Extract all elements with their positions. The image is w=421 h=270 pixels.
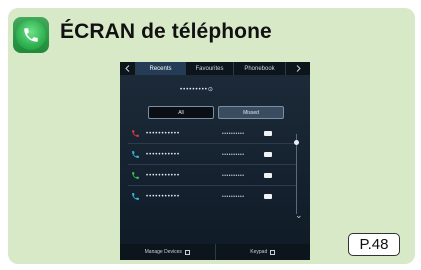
call-name: ••••••••••• bbox=[146, 193, 181, 200]
contact-card-icon bbox=[264, 173, 272, 178]
keypad-icon bbox=[270, 249, 276, 255]
contact-card-icon bbox=[264, 194, 272, 199]
filter-all-button[interactable]: All bbox=[148, 106, 214, 119]
tab-phonebook[interactable]: Phonebook bbox=[234, 62, 286, 75]
call-date: •••••••••• bbox=[222, 193, 245, 200]
page-reference: P.48 bbox=[348, 233, 400, 256]
scrollbar-thumb[interactable] bbox=[294, 140, 299, 145]
scrollbar[interactable] bbox=[294, 134, 303, 214]
phone-icon bbox=[16, 20, 46, 50]
divider bbox=[128, 143, 296, 144]
incoming-call-icon bbox=[130, 150, 140, 160]
chevron-right-icon[interactable] bbox=[286, 62, 310, 75]
outgoing-call-icon bbox=[130, 171, 140, 181]
call-row[interactable]: ••••••••••• •••••••••• bbox=[120, 168, 296, 183]
contact-card-icon bbox=[264, 152, 272, 157]
tab-recents[interactable]: Recents bbox=[136, 62, 186, 75]
bottom-bar: Manage Devices Keypad bbox=[120, 244, 310, 260]
keypad-label: Keypad bbox=[250, 249, 268, 255]
incoming-call-icon bbox=[130, 192, 140, 202]
search-field[interactable]: •••••••••⊙ bbox=[180, 86, 214, 93]
call-filter-toggle: All Missed bbox=[148, 106, 284, 119]
contact-card-icon bbox=[264, 131, 272, 136]
page-title: ÉCRAN de téléphone bbox=[60, 20, 272, 43]
keypad-button[interactable]: Keypad bbox=[216, 244, 311, 260]
call-row[interactable]: ••••••••••• •••••••••• bbox=[120, 147, 296, 162]
manage-devices-label: Manage Devices bbox=[144, 249, 182, 255]
divider bbox=[128, 164, 296, 165]
missed-call-icon bbox=[130, 129, 140, 139]
call-date: •••••••••• bbox=[222, 151, 245, 158]
chevron-down-icon[interactable]: ⌄ bbox=[295, 210, 303, 221]
filter-missed-button[interactable]: Missed bbox=[218, 106, 284, 119]
phone-screen: Recents Favourites Phonebook •••••••••⊙ … bbox=[120, 62, 310, 260]
call-row[interactable]: ••••••••••• •••••••••• bbox=[120, 189, 296, 204]
call-name: ••••••••••• bbox=[146, 151, 181, 158]
manage-devices-button[interactable]: Manage Devices bbox=[120, 244, 216, 260]
tab-favourites[interactable]: Favourites bbox=[186, 62, 234, 75]
tab-bar: Recents Favourites Phonebook bbox=[120, 62, 310, 75]
divider bbox=[128, 185, 296, 186]
back-icon[interactable] bbox=[120, 62, 136, 75]
phone-app-icon bbox=[13, 17, 49, 53]
devices-icon bbox=[184, 249, 190, 255]
call-date: •••••••••• bbox=[222, 172, 245, 179]
call-name: ••••••••••• bbox=[146, 172, 181, 179]
call-row[interactable]: ••••••••••• •••••••••• bbox=[120, 126, 296, 141]
call-name: ••••••••••• bbox=[146, 130, 181, 137]
call-date: •••••••••• bbox=[222, 130, 245, 137]
